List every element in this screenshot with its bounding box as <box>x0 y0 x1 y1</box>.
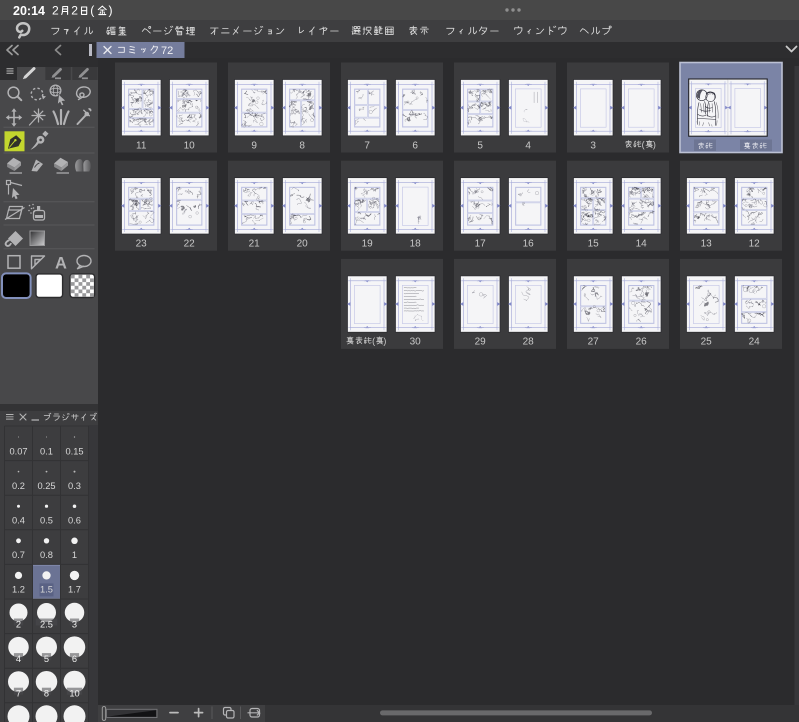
svg-text:9: 9 <box>251 140 257 151</box>
svg-text:22: 22 <box>184 239 196 250</box>
svg-text:10: 10 <box>184 140 196 151</box>
svg-text:): ) <box>383 336 386 346</box>
svg-text:5: 5 <box>477 140 483 151</box>
svg-text:8: 8 <box>299 140 305 151</box>
svg-text:0.7: 0.7 <box>12 550 25 560</box>
svg-text:12: 12 <box>749 239 761 250</box>
svg-text:2: 2 <box>16 619 21 629</box>
svg-text:1.5: 1.5 <box>40 585 53 595</box>
svg-text:0.07: 0.07 <box>9 446 27 456</box>
svg-text:0.6: 0.6 <box>68 516 81 526</box>
svg-text:28: 28 <box>523 337 535 348</box>
svg-text:): ) <box>109 4 113 18</box>
svg-text:3: 3 <box>72 619 77 629</box>
svg-text:0.4: 0.4 <box>12 516 25 526</box>
svg-text:): ) <box>653 140 656 150</box>
svg-text:0.5: 0.5 <box>40 516 53 526</box>
svg-text:1.2: 1.2 <box>12 585 25 595</box>
svg-text:2: 2 <box>71 4 78 18</box>
svg-text:1: 1 <box>72 550 77 560</box>
svg-text:2: 2 <box>52 4 59 18</box>
svg-text:6: 6 <box>412 140 418 151</box>
svg-text:14: 14 <box>636 239 648 250</box>
svg-text:13: 13 <box>701 239 713 250</box>
svg-text:5: 5 <box>44 654 49 664</box>
svg-text:27: 27 <box>588 337 600 348</box>
svg-text:19: 19 <box>362 239 374 250</box>
svg-text:0.8: 0.8 <box>40 550 53 560</box>
svg-text:18: 18 <box>410 239 422 250</box>
svg-text:0.1: 0.1 <box>40 446 53 456</box>
svg-text:20: 20 <box>297 239 309 250</box>
svg-text:25: 25 <box>701 337 713 348</box>
svg-text:4: 4 <box>525 140 531 151</box>
svg-text:24: 24 <box>749 337 761 348</box>
svg-text:0.2: 0.2 <box>12 481 25 491</box>
svg-text:29: 29 <box>475 337 487 348</box>
svg-text:A: A <box>55 254 67 272</box>
svg-text:0.3: 0.3 <box>68 481 81 491</box>
svg-text:(: ( <box>372 336 375 346</box>
svg-text:(: ( <box>90 4 94 18</box>
svg-text:1.7: 1.7 <box>68 585 81 595</box>
svg-text:10: 10 <box>69 689 79 699</box>
svg-text:3: 3 <box>590 140 596 151</box>
svg-text:7: 7 <box>16 689 21 699</box>
svg-text:8: 8 <box>44 689 49 699</box>
svg-text:(: ( <box>642 140 645 150</box>
svg-text:2.5: 2.5 <box>40 619 53 629</box>
svg-text:6: 6 <box>72 654 77 664</box>
svg-text:15: 15 <box>588 239 600 250</box>
svg-text:0.25: 0.25 <box>37 481 55 491</box>
svg-text:21: 21 <box>249 239 261 250</box>
svg-text:20:14: 20:14 <box>13 4 45 18</box>
svg-text:0.15: 0.15 <box>65 446 83 456</box>
svg-text:26: 26 <box>636 337 648 348</box>
svg-text:16: 16 <box>523 239 535 250</box>
svg-text:17: 17 <box>475 239 487 250</box>
svg-text:7: 7 <box>364 140 370 151</box>
svg-text:72: 72 <box>161 45 173 57</box>
svg-text:11: 11 <box>136 140 147 151</box>
svg-text:4: 4 <box>16 654 21 664</box>
svg-text:23: 23 <box>136 239 148 250</box>
svg-text:30: 30 <box>410 337 422 348</box>
